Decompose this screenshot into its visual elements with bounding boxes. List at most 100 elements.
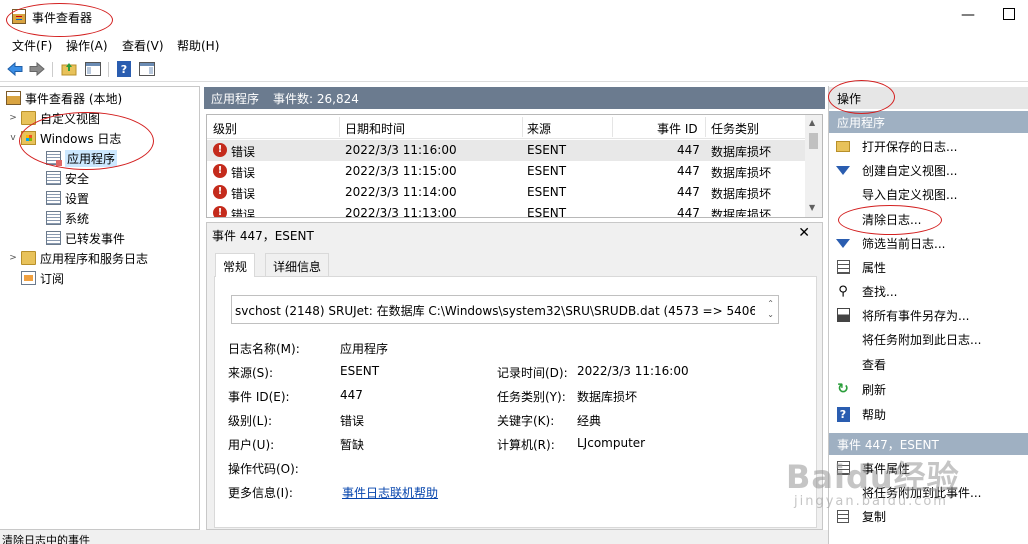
action-label: 查看 (862, 357, 887, 372)
filter-icon (835, 162, 851, 178)
column-header-task-category[interactable]: 任务类别 (711, 120, 759, 137)
blank-icon (835, 331, 851, 347)
cell-event-id: 447 (677, 206, 700, 218)
action-open-saved-log[interactable]: 打开保存的日志... (835, 136, 957, 156)
scroll-up-icon[interactable]: ▲ (809, 118, 815, 127)
column-divider[interactable] (522, 117, 523, 137)
chevron-down-icon[interactable]: v (8, 133, 18, 143)
column-divider[interactable] (705, 117, 706, 137)
forward-arrow-icon[interactable] (28, 60, 46, 78)
cell-task-category: 数据库损坏 (711, 166, 772, 180)
tree-item-subscriptions[interactable]: 订阅 (21, 269, 64, 287)
general-tab-content: svchost (2148) SRUJet: 在数据库 C:\Windows\s… (214, 276, 817, 528)
refresh-icon: ↻ (837, 381, 849, 397)
action-refresh[interactable]: ↻ 刷新 (835, 379, 886, 399)
action-create-custom-view[interactable]: 创建自定义视图... (835, 160, 957, 180)
actions-header[interactable]: 操作 (829, 87, 1028, 109)
action-find[interactable]: ⚲ 查找... (835, 281, 897, 301)
close-icon[interactable]: ✕ (798, 225, 810, 241)
minimize-button[interactable]: — (958, 6, 978, 26)
tree-item-setup[interactable]: 设置 (46, 189, 89, 207)
chevron-right-icon[interactable]: > (8, 253, 18, 263)
scroll-down-icon[interactable]: ▼ (809, 203, 815, 212)
tree-item-security[interactable]: 安全 (46, 169, 89, 187)
tree-label: 应用程序和服务日志 (40, 251, 149, 266)
blank-icon (835, 484, 851, 500)
folder-up-icon[interactable] (60, 60, 78, 78)
action-help[interactable]: ? 帮助 (835, 404, 886, 424)
action-filter-current-log[interactable]: 筛选当前日志... (835, 233, 945, 253)
column-divider[interactable] (612, 117, 613, 137)
table-row[interactable]: ! 错误 2022/3/3 11:14:00 ESENT 447 数据库损坏 (207, 182, 805, 203)
toolbar-separator (52, 62, 53, 77)
cell-task-category: 数据库损坏 (711, 208, 772, 218)
action-event-properties[interactable]: 事件属性 (835, 458, 910, 478)
menu-file[interactable]: 文件(F) (12, 37, 52, 54)
cell-source: ESENT (527, 164, 567, 178)
cell-level: 错误 (231, 187, 256, 201)
scroll-thumb[interactable] (809, 133, 818, 149)
actions-section-application[interactable]: 应用程序 (829, 111, 1028, 133)
action-save-all-events[interactable]: 将所有事件另存为... (835, 305, 969, 325)
menu-action[interactable]: 操作(A) (66, 37, 108, 54)
cell-source: ESENT (527, 143, 567, 157)
action-import-custom-view[interactable]: 导入自定义视图... (835, 184, 957, 204)
table-row[interactable]: ! 错误 2022/3/3 11:16:00 ESENT 447 数据库损坏 (207, 140, 805, 161)
column-header-level[interactable]: 级别 (213, 120, 237, 137)
show-hide-action-pane-icon[interactable] (138, 60, 156, 78)
action-label: 刷新 (862, 382, 887, 397)
action-attach-task-to-event[interactable]: 将任务附加到此事件... (835, 482, 981, 502)
show-hide-tree-icon[interactable] (84, 60, 102, 78)
action-view[interactable]: 查看 (835, 354, 886, 374)
action-label: 导入自定义视图... (862, 187, 958, 202)
tree-item-application[interactable]: 应用程序 (46, 149, 118, 167)
tree-root[interactable]: 事件查看器 (本地) (6, 89, 122, 107)
more-info-link[interactable]: 事件日志联机帮助 (342, 484, 438, 501)
cell-event-id: 447 (677, 185, 700, 199)
log-icon (46, 231, 61, 245)
label-computer: 计算机(R): (497, 438, 555, 452)
menu-view[interactable]: 查看(V) (122, 37, 164, 54)
table-row[interactable]: ! 错误 2022/3/3 11:13:00 ESENT 447 数据库损坏 (207, 203, 805, 218)
chevron-up-down-icon[interactable]: ⌃ ⌄ (767, 298, 774, 320)
chevron-right-icon[interactable]: > (8, 113, 18, 123)
table-row[interactable]: ! 错误 2022/3/3 11:15:00 ESENT 447 数据库损坏 (207, 161, 805, 182)
folder-open-icon (835, 138, 851, 154)
back-arrow-icon[interactable] (6, 60, 24, 78)
status-text: 清除日志中的事件 (2, 534, 90, 544)
properties-icon (835, 259, 851, 275)
tab-general[interactable]: 常规 (215, 253, 256, 277)
action-clear-log[interactable]: 清除日志... (835, 209, 921, 229)
blank-icon (835, 186, 851, 202)
action-copy[interactable]: 复制 (835, 506, 886, 526)
tree-item-forwarded-events[interactable]: 已转发事件 (46, 229, 125, 247)
column-header-event-id[interactable]: 事件 ID (657, 120, 698, 137)
status-bar: 清除日志中的事件 (0, 530, 828, 544)
tree-item-windows-logs[interactable]: v Windows 日志 (8, 129, 121, 147)
tree-label: 系统 (65, 211, 90, 226)
tree-item-apps-services-logs[interactable]: > 应用程序和服务日志 (8, 249, 148, 267)
cell-datetime: 2022/3/3 11:16:00 (345, 143, 457, 157)
column-header-source[interactable]: 来源 (527, 120, 551, 137)
action-label: 将任务附加到此事件... (862, 485, 982, 500)
tab-details[interactable]: 详细信息 (265, 253, 330, 276)
tree-item-custom-views[interactable]: > 自定义视图 (8, 109, 100, 127)
column-header-datetime[interactable]: 日期和时间 (345, 120, 405, 137)
tree-item-system[interactable]: 系统 (46, 209, 89, 227)
help-icon[interactable]: ? (115, 60, 133, 78)
tree-label: 已转发事件 (65, 231, 126, 246)
description-box[interactable]: svchost (2148) SRUJet: 在数据库 C:\Windows\s… (231, 295, 779, 324)
actions-section-event[interactable]: 事件 447，ESENT (829, 433, 1028, 455)
value-logged: 2022/3/3 11:16:00 (577, 364, 689, 378)
cell-source: ESENT (527, 185, 567, 199)
maximize-button[interactable] (1003, 8, 1015, 20)
log-icon (46, 171, 61, 185)
action-attach-task-to-log[interactable]: 将任务附加到此日志... (835, 329, 981, 349)
tree-label: 安全 (65, 171, 90, 186)
menu-help[interactable]: 帮助(H) (177, 37, 219, 54)
column-divider[interactable] (339, 117, 340, 137)
action-properties[interactable]: 属性 (835, 257, 886, 277)
vertical-scrollbar[interactable]: ▲ ▼ (805, 115, 822, 217)
toolbar: ? (0, 56, 1028, 82)
cell-datetime: 2022/3/3 11:13:00 (345, 206, 457, 218)
